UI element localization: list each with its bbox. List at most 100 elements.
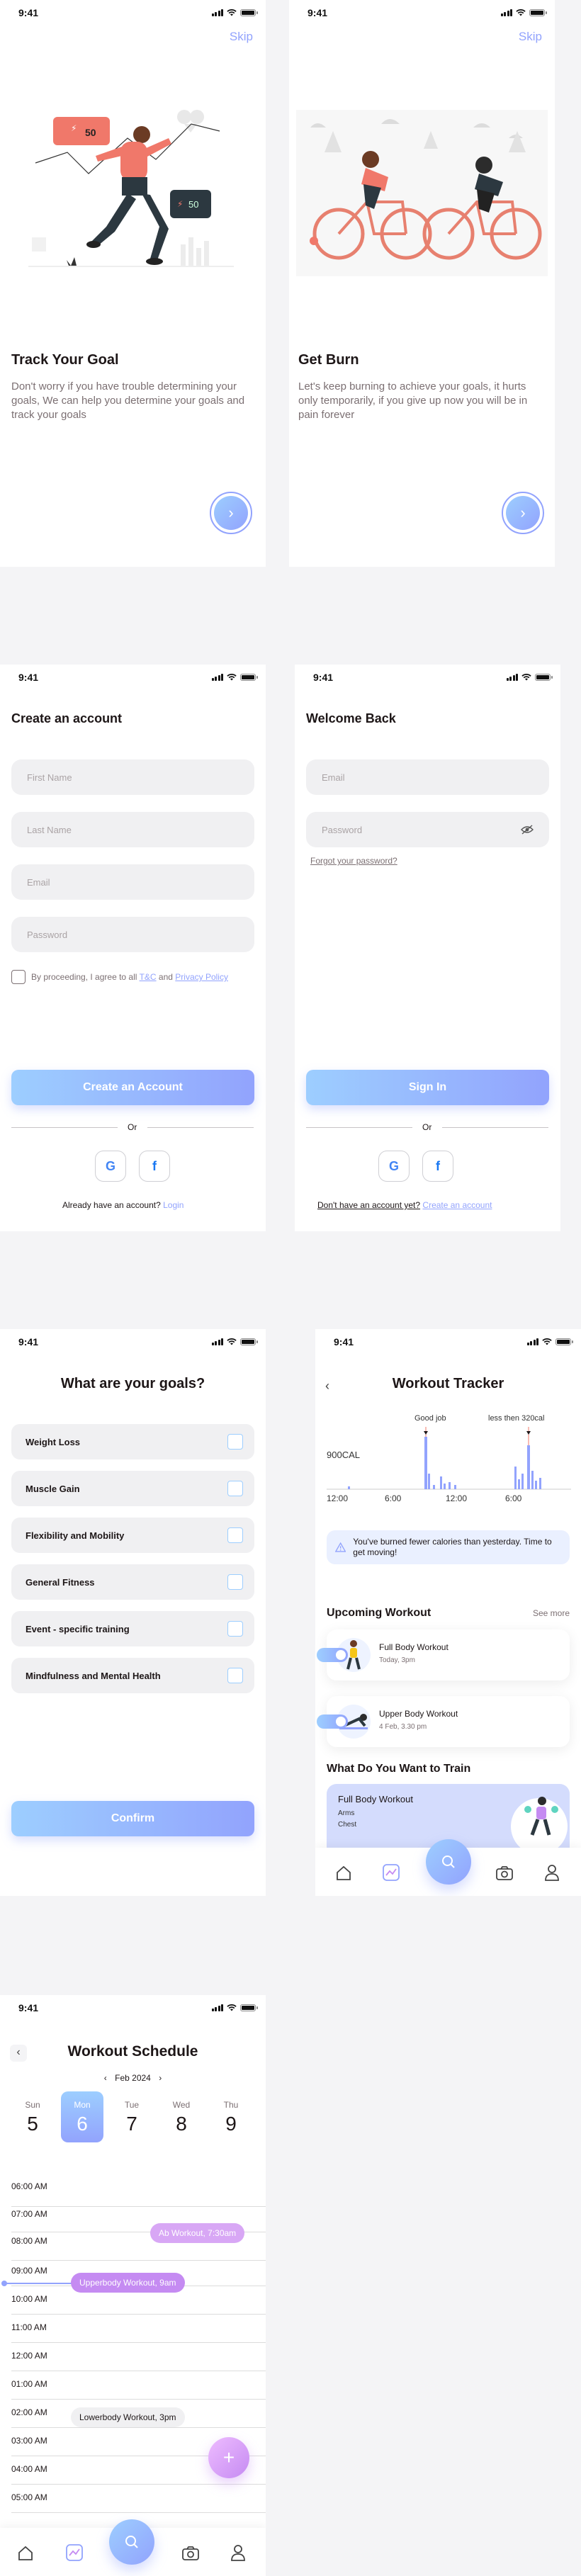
workout-toggle[interactable] bbox=[317, 1714, 348, 1729]
email-field[interactable]: Email bbox=[306, 759, 549, 795]
search-fab[interactable] bbox=[109, 2519, 154, 2565]
chevron-left-icon[interactable]: ‹ bbox=[104, 2073, 107, 2083]
workout-time: 4 Feb, 3.30 pm bbox=[379, 1723, 427, 1731]
next-button[interactable]: › bbox=[210, 492, 252, 534]
password-field[interactable]: Password bbox=[306, 812, 549, 847]
hour-label: 08:00 AM bbox=[11, 2236, 47, 2246]
page-title: What are your goals? bbox=[60, 1376, 205, 1391]
bottom-nav bbox=[0, 2519, 266, 2576]
status-bar: 9:41 bbox=[295, 665, 560, 690]
goal-option-weight-loss[interactable]: Weight Loss bbox=[11, 1424, 254, 1459]
goal-checkbox[interactable] bbox=[227, 1434, 243, 1450]
create-account-link[interactable]: Create an account bbox=[422, 1200, 492, 1210]
signal-icon bbox=[500, 9, 512, 16]
wifi-icon bbox=[227, 1338, 237, 1345]
onboarding-screen-2: 9:41 Skip Get Burn Let's keep burning to… bbox=[289, 0, 555, 567]
signal-icon bbox=[211, 2004, 223, 2011]
google-login-button[interactable]: G bbox=[95, 1151, 126, 1182]
skip-link[interactable]: Skip bbox=[230, 30, 253, 44]
upcoming-workout-card[interactable]: Upper Body Workout 4 Feb, 3.30 pm bbox=[317, 1696, 570, 1747]
goal-checkbox[interactable] bbox=[227, 1527, 243, 1543]
goals-screen: 9:41 What are your goals? Weight Loss Mu… bbox=[0, 1329, 266, 1896]
search-fab[interactable] bbox=[426, 1839, 471, 1885]
hide-password-icon[interactable] bbox=[521, 825, 534, 835]
train-figure-icon bbox=[524, 1797, 558, 1836]
activity-icon[interactable] bbox=[65, 2543, 84, 2562]
month-selector: ‹ Feb 2024 › bbox=[0, 2073, 266, 2083]
train-title: What Do You Want to Train bbox=[327, 1763, 471, 1775]
schedule-event[interactable]: Lowerbody Workout, 3pm bbox=[71, 2407, 185, 2427]
goal-option-muscle-gain[interactable]: Muscle Gain bbox=[11, 1471, 254, 1506]
tc-link[interactable]: T&C bbox=[140, 972, 157, 982]
search-icon bbox=[442, 1855, 455, 1868]
upcoming-workout-card[interactable]: Full Body Workout Today, 3pm bbox=[317, 1629, 570, 1680]
home-icon[interactable] bbox=[17, 2545, 34, 2562]
workout-toggle[interactable] bbox=[317, 1648, 348, 1662]
next-button[interactable]: › bbox=[502, 492, 544, 534]
login-screen: 9:41 Welcome Back Email Password Forgot … bbox=[295, 665, 560, 1231]
workout-tracker-screen: 9:41 ‹ Workout Tracker 900CAL Good job l… bbox=[315, 1329, 581, 1896]
hour-label: 02:00 AM bbox=[11, 2407, 47, 2417]
goal-checkbox[interactable] bbox=[227, 1574, 243, 1590]
day-chip[interactable]: Sun 5 bbox=[11, 2091, 54, 2142]
day-chip[interactable]: Wed 8 bbox=[160, 2091, 203, 2142]
login-link[interactable]: Login bbox=[163, 1200, 184, 1210]
running-illustration: ⚡ 50 ⚡ 50 bbox=[28, 110, 234, 267]
password-field[interactable]: Password bbox=[11, 917, 254, 952]
google-login-button[interactable]: G bbox=[378, 1151, 410, 1182]
schedule-event[interactable]: Upperbody Workout, 9am bbox=[71, 2273, 185, 2293]
first-name-field[interactable]: First Name bbox=[11, 759, 254, 795]
goal-checkbox[interactable] bbox=[227, 1621, 243, 1637]
upcoming-title: Upcoming Workout bbox=[327, 1607, 431, 1619]
wifi-icon bbox=[227, 9, 237, 16]
google-icon: G bbox=[105, 1158, 115, 1173]
goal-checkbox[interactable] bbox=[227, 1668, 243, 1683]
wifi-icon bbox=[521, 674, 531, 681]
create-account-button[interactable]: Create an Account bbox=[11, 1070, 254, 1105]
battery-icon bbox=[535, 674, 553, 681]
see-more-link[interactable]: See more bbox=[533, 1608, 570, 1618]
profile-icon[interactable] bbox=[543, 1863, 560, 1882]
chevron-right-icon[interactable]: › bbox=[159, 2073, 162, 2083]
forgot-password-link[interactable]: Forgot your password? bbox=[310, 856, 397, 866]
battery-icon bbox=[240, 674, 258, 681]
or-label: Or bbox=[422, 1122, 432, 1132]
day-chip[interactable]: Thu 9 bbox=[210, 2091, 252, 2142]
goal-option-flexibility[interactable]: Flexibility and Mobility bbox=[11, 1518, 254, 1553]
schedule-event[interactable]: Ab Workout, 7:30am bbox=[150, 2223, 245, 2243]
skip-link[interactable]: Skip bbox=[519, 30, 542, 44]
camera-icon[interactable] bbox=[181, 2545, 200, 2562]
hour-divider bbox=[11, 2427, 266, 2428]
email-field[interactable]: Email bbox=[11, 864, 254, 900]
status-bar: 9:41 bbox=[0, 1329, 266, 1355]
camera-icon[interactable] bbox=[495, 1865, 514, 1882]
last-name-field[interactable]: Last Name bbox=[11, 812, 254, 847]
have-account-text: Already have an account? Login bbox=[62, 1200, 184, 1210]
activity-icon[interactable] bbox=[382, 1863, 400, 1882]
facebook-login-button[interactable]: f bbox=[139, 1151, 170, 1182]
confirm-button[interactable]: Confirm bbox=[11, 1801, 254, 1836]
workout-name: Full Body Workout bbox=[379, 1642, 449, 1652]
profile-icon[interactable] bbox=[230, 2543, 247, 2562]
sign-in-button[interactable]: Sign In bbox=[306, 1070, 549, 1105]
bottom-nav bbox=[315, 1839, 581, 1896]
workout-schedule-screen: 9:41 ‹ Workout Schedule ‹ Feb 2024 › Sun… bbox=[0, 1995, 266, 2576]
x-tick: 12:00 bbox=[327, 1493, 349, 1503]
home-icon[interactable] bbox=[335, 1865, 352, 1882]
status-bar: 9:41 bbox=[315, 1329, 581, 1355]
divider bbox=[11, 1127, 118, 1128]
day-chip[interactable]: Tue 7 bbox=[111, 2091, 153, 2142]
divider bbox=[147, 1127, 254, 1128]
hour-label: 05:00 AM bbox=[11, 2492, 47, 2502]
facebook-login-button[interactable]: f bbox=[422, 1151, 453, 1182]
alert-text: You've burned fewer calories than yester… bbox=[353, 1537, 552, 1557]
terms-checkbox[interactable] bbox=[11, 970, 26, 984]
badge-value-1: 50 bbox=[85, 127, 96, 138]
add-event-fab[interactable]: + bbox=[208, 2437, 249, 2478]
goal-option-mindfulness[interactable]: Mindfulness and Mental Health bbox=[11, 1658, 254, 1693]
goal-option-event-training[interactable]: Event - specific training bbox=[11, 1611, 254, 1646]
privacy-policy-link[interactable]: Privacy Policy bbox=[175, 972, 228, 982]
goal-checkbox[interactable] bbox=[227, 1481, 243, 1496]
day-chip-selected[interactable]: Mon 6 bbox=[61, 2091, 103, 2142]
goal-option-general-fitness[interactable]: General Fitness bbox=[11, 1564, 254, 1600]
